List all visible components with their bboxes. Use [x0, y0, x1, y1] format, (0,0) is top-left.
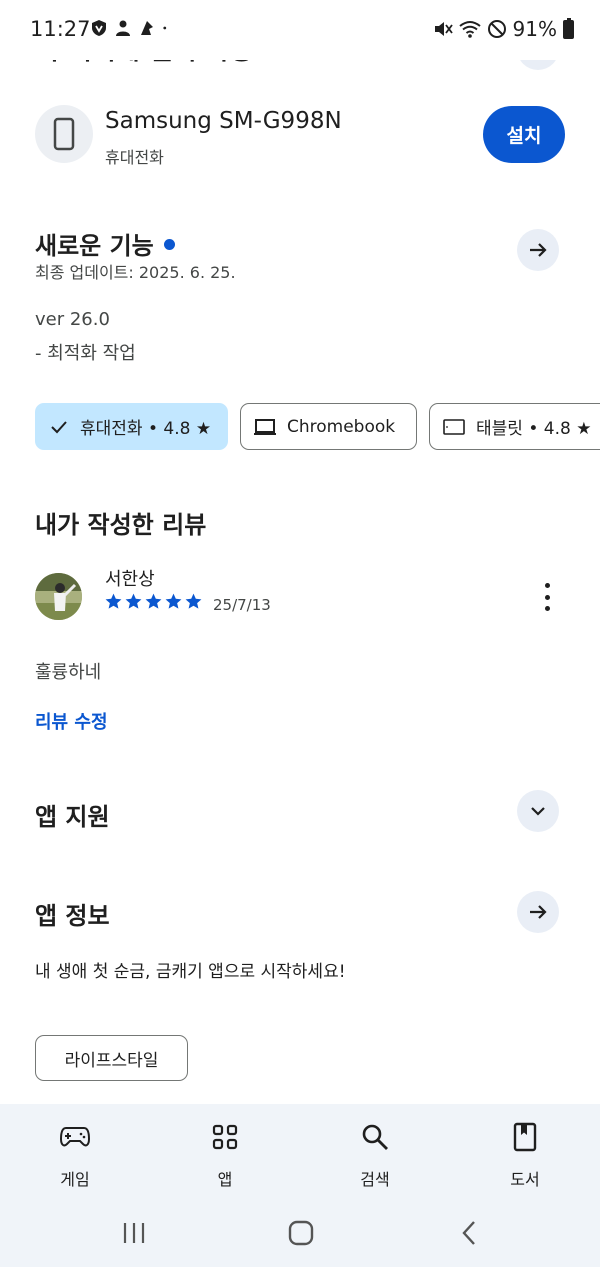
star-rating [104, 592, 203, 611]
recent-apps-icon [123, 1223, 145, 1243]
nav-label-games: 게임 [60, 1170, 90, 1189]
app-support-expand-button[interactable] [517, 790, 559, 832]
star-icon [145, 593, 162, 609]
home-button[interactable] [288, 1216, 314, 1250]
more-vert-icon[interactable] [537, 583, 557, 611]
arrow-right-icon [530, 243, 547, 257]
status-time: 11:27 [30, 17, 91, 41]
review-text: 훌륭하네 [35, 662, 102, 683]
system-navigation-bar [0, 1202, 600, 1267]
edit-review-link[interactable]: 리뷰 수정 [35, 708, 108, 734]
back-icon [462, 1221, 475, 1245]
back-button[interactable] [460, 1216, 478, 1250]
review-date: 25/7/13 [213, 596, 271, 614]
bottom-navigation: 게임 앱 검색 도서 [0, 1104, 600, 1202]
app-description: 내 생애 첫 순금, 금캐기 앱으로 시작하세요! [35, 962, 346, 982]
status-right-group: 91% [433, 17, 574, 41]
mute-icon [434, 22, 453, 36]
star-icon [185, 593, 202, 609]
search-icon [362, 1124, 388, 1150]
device-type: 휴대전화 [105, 148, 164, 167]
laptop-icon [254, 418, 276, 435]
more-notifications-dot-icon [163, 26, 167, 30]
wifi-icon [458, 21, 481, 38]
nav-item-books[interactable]: 도서 [450, 1104, 600, 1202]
vpn-shield-icon [92, 20, 106, 36]
battery-icon [563, 17, 574, 39]
release-note: - 최적화 작업 [35, 343, 136, 364]
app-notification-icon [141, 21, 153, 35]
star-icon [105, 593, 122, 609]
app-info-title: 앱 정보 [35, 902, 110, 930]
home-icon [288, 1220, 314, 1246]
phone-device-icon [35, 105, 93, 163]
category-tag-chip[interactable]: 라이프스타일 [35, 1035, 188, 1081]
book-icon [513, 1122, 537, 1152]
app-support-title: 앱 지원 [35, 803, 110, 831]
reviewer-name: 서한상 [105, 569, 155, 590]
nav-item-search[interactable]: 검색 [300, 1104, 450, 1202]
chip-chromebook[interactable]: Chromebook [240, 403, 417, 450]
star-icon [165, 593, 182, 609]
tablet-icon [443, 418, 465, 435]
battery-percent: 91% [512, 17, 557, 41]
install-button[interactable]: 설치 [483, 106, 565, 163]
status-bar: 11:27 91% [0, 0, 600, 60]
nav-label-books: 도서 [510, 1170, 540, 1189]
apps-grid-icon [212, 1124, 238, 1150]
last-updated: 최종 업데이트: 2025. 6. 25. [35, 263, 236, 282]
chip-phone-label: 휴대전화 • 4.8 ★ [80, 419, 212, 439]
whats-new-arrow-button[interactable] [517, 229, 559, 271]
notification-icons [90, 19, 172, 37]
chip-phone[interactable]: 휴대전화 • 4.8 ★ [35, 403, 228, 450]
chip-tablet-label: 태블릿 • 4.8 ★ [476, 419, 592, 439]
person-icon [116, 20, 130, 36]
recent-apps-button[interactable] [122, 1216, 146, 1250]
app-info-arrow-button[interactable] [517, 891, 559, 933]
do-not-disturb-icon [487, 20, 506, 38]
nav-item-games[interactable]: 게임 [0, 1104, 150, 1202]
whats-new-heading: 새로운 기능 [35, 226, 175, 261]
nav-item-apps[interactable]: 앱 [150, 1104, 300, 1202]
nav-label-apps: 앱 [217, 1170, 233, 1189]
arrow-right-icon [530, 905, 547, 919]
version-text: ver 26.0 [35, 309, 110, 330]
whats-new-title: 새로운 기능 [35, 232, 154, 260]
gamepad-icon [60, 1127, 90, 1147]
avatar[interactable] [35, 573, 82, 620]
chip-tablet[interactable]: 태블릿 • 4.8 ★ [429, 403, 600, 450]
device-name: Samsung SM-G998N [105, 108, 342, 134]
my-review-title: 내가 작성한 리뷰 [35, 511, 207, 539]
new-indicator-dot [163, 238, 175, 250]
chevron-down-icon [531, 807, 545, 816]
nav-label-search: 검색 [360, 1170, 390, 1189]
chip-chromebook-label: Chromebook [287, 416, 396, 437]
star-icon [125, 593, 142, 609]
check-icon [51, 420, 67, 433]
